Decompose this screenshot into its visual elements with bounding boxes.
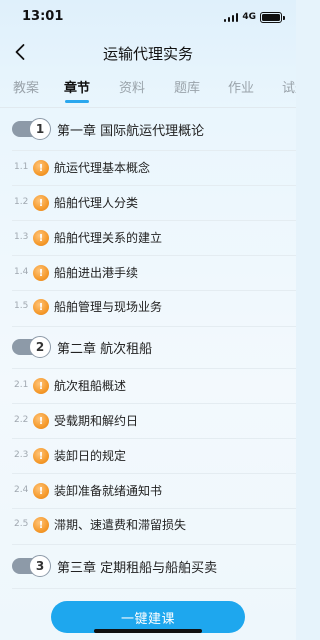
section-badge-icon: ! (33, 448, 49, 464)
chapter-toggle-icon[interactable]: 2 (12, 336, 51, 358)
section-title: 滞期、速遣费和滞留损失 (54, 518, 187, 532)
row-divider (12, 150, 296, 151)
row-divider (12, 368, 296, 369)
section-title: 航次租船概述 (54, 379, 127, 393)
section-title: 装卸准备就绪通知书 (54, 484, 163, 498)
tab-homework[interactable]: 作业 (228, 77, 254, 96)
row-divider (12, 255, 296, 256)
chapter-number: 2 (29, 336, 51, 358)
section-number: 2.4 (14, 485, 29, 495)
chapter-toggle-icon[interactable]: 3 (12, 555, 51, 577)
chapter-row[interactable]: 2 第二章 航次租船 (0, 329, 296, 365)
chapter-title: 第一章 国际航运代理概论 (57, 123, 205, 139)
section-badge-icon: ! (33, 413, 49, 429)
section-number: 1.3 (14, 232, 29, 242)
app-screen: 13:01 4G 运输代理实务 教案 章节 资料 题库 作业 试题 (0, 0, 296, 640)
section-number: 1.1 (14, 162, 29, 172)
section-row[interactable]: 2.1 ! 航次租船概述 (0, 370, 296, 402)
section-row[interactable]: 2.2 ! 受载期和解约日 (0, 405, 296, 437)
status-bar: 13:01 4G (0, 0, 296, 34)
tab-materials[interactable]: 资料 (119, 77, 145, 96)
row-divider (12, 220, 296, 221)
row-divider (12, 588, 296, 589)
section-title: 受载期和解约日 (54, 414, 139, 428)
tab-lesson-plan[interactable]: 教案 (13, 77, 39, 96)
section-title: 航运代理基本概念 (54, 161, 151, 175)
chapter-toggle-icon[interactable]: 1 (12, 118, 51, 140)
section-title: 船舶代理人分类 (54, 196, 139, 210)
chapter-title: 第三章 定期租船与船舶买卖 (57, 560, 218, 576)
section-badge-icon: ! (33, 378, 49, 394)
row-divider (12, 544, 296, 545)
section-title: 装卸日的规定 (54, 449, 127, 463)
chapter-row[interactable]: 3 第三章 定期租船与船舶买卖 (0, 548, 296, 584)
section-row[interactable]: 1.4 ! 船舶进出港手续 (0, 257, 296, 289)
section-badge-icon: ! (33, 265, 49, 281)
tab-bar: 教案 章节 资料 题库 作业 试题 (0, 72, 296, 106)
tab-chapters[interactable]: 章节 (64, 77, 90, 96)
row-divider (12, 326, 296, 327)
chapter-number: 1 (29, 118, 51, 140)
row-divider (12, 438, 296, 439)
section-row[interactable]: 1.1 ! 航运代理基本概念 (0, 152, 296, 184)
section-number: 2.2 (14, 415, 29, 425)
section-title: 船舶进出港手续 (54, 266, 139, 280)
battery-icon (260, 11, 285, 23)
signal-icon (223, 12, 239, 22)
section-row[interactable]: 2.5 ! 滞期、速遣费和滞留损失 (0, 509, 296, 541)
section-row[interactable]: 2.3 ! 装卸日的规定 (0, 440, 296, 472)
section-badge-icon: ! (33, 299, 49, 315)
section-number: 1.5 (14, 301, 29, 311)
page-title: 运输代理实务 (102, 45, 193, 63)
active-tab-indicator (65, 100, 89, 103)
tabs-divider (0, 107, 296, 108)
home-indicator (94, 629, 202, 633)
section-row[interactable]: 2.4 ! 装卸准备就绪通知书 (0, 475, 296, 507)
network-type: 4G (242, 12, 256, 22)
section-number: 1.4 (14, 267, 29, 277)
nav-bar: 运输代理实务 (0, 34, 296, 72)
section-number: 1.2 (14, 197, 29, 207)
section-title: 船舶管理与现场业务 (54, 300, 163, 314)
tab-question-bank[interactable]: 题库 (174, 77, 200, 96)
tab-exams[interactable]: 试题 (282, 77, 296, 96)
section-row[interactable]: 1.2 ! 船舶代理人分类 (0, 187, 296, 219)
section-badge-icon: ! (33, 483, 49, 499)
section-badge-icon: ! (33, 230, 49, 246)
row-divider (12, 473, 296, 474)
section-badge-icon: ! (33, 160, 49, 176)
section-row[interactable]: 1.3 ! 船舶代理关系的建立 (0, 222, 296, 254)
chapter-row[interactable]: 1 第一章 国际航运代理概论 (0, 111, 296, 147)
status-time: 13:01 (22, 9, 64, 24)
section-number: 2.3 (14, 450, 29, 460)
chapter-title: 第二章 航次租船 (57, 341, 153, 357)
section-number: 2.1 (14, 380, 29, 390)
section-number: 2.5 (14, 519, 29, 529)
chapter-number: 3 (29, 555, 51, 577)
chapter-list: 1 第一章 国际航运代理概论 1.1 ! 航运代理基本概念 1.2 ! 船舶代理… (0, 110, 296, 630)
section-badge-icon: ! (33, 517, 49, 533)
row-divider (12, 403, 296, 404)
section-title: 船舶代理关系的建立 (54, 231, 163, 245)
row-divider (12, 185, 296, 186)
status-indicators: 4G (223, 11, 285, 23)
section-row[interactable]: 1.5 ! 船舶管理与现场业务 (0, 291, 296, 323)
section-badge-icon: ! (33, 195, 49, 211)
